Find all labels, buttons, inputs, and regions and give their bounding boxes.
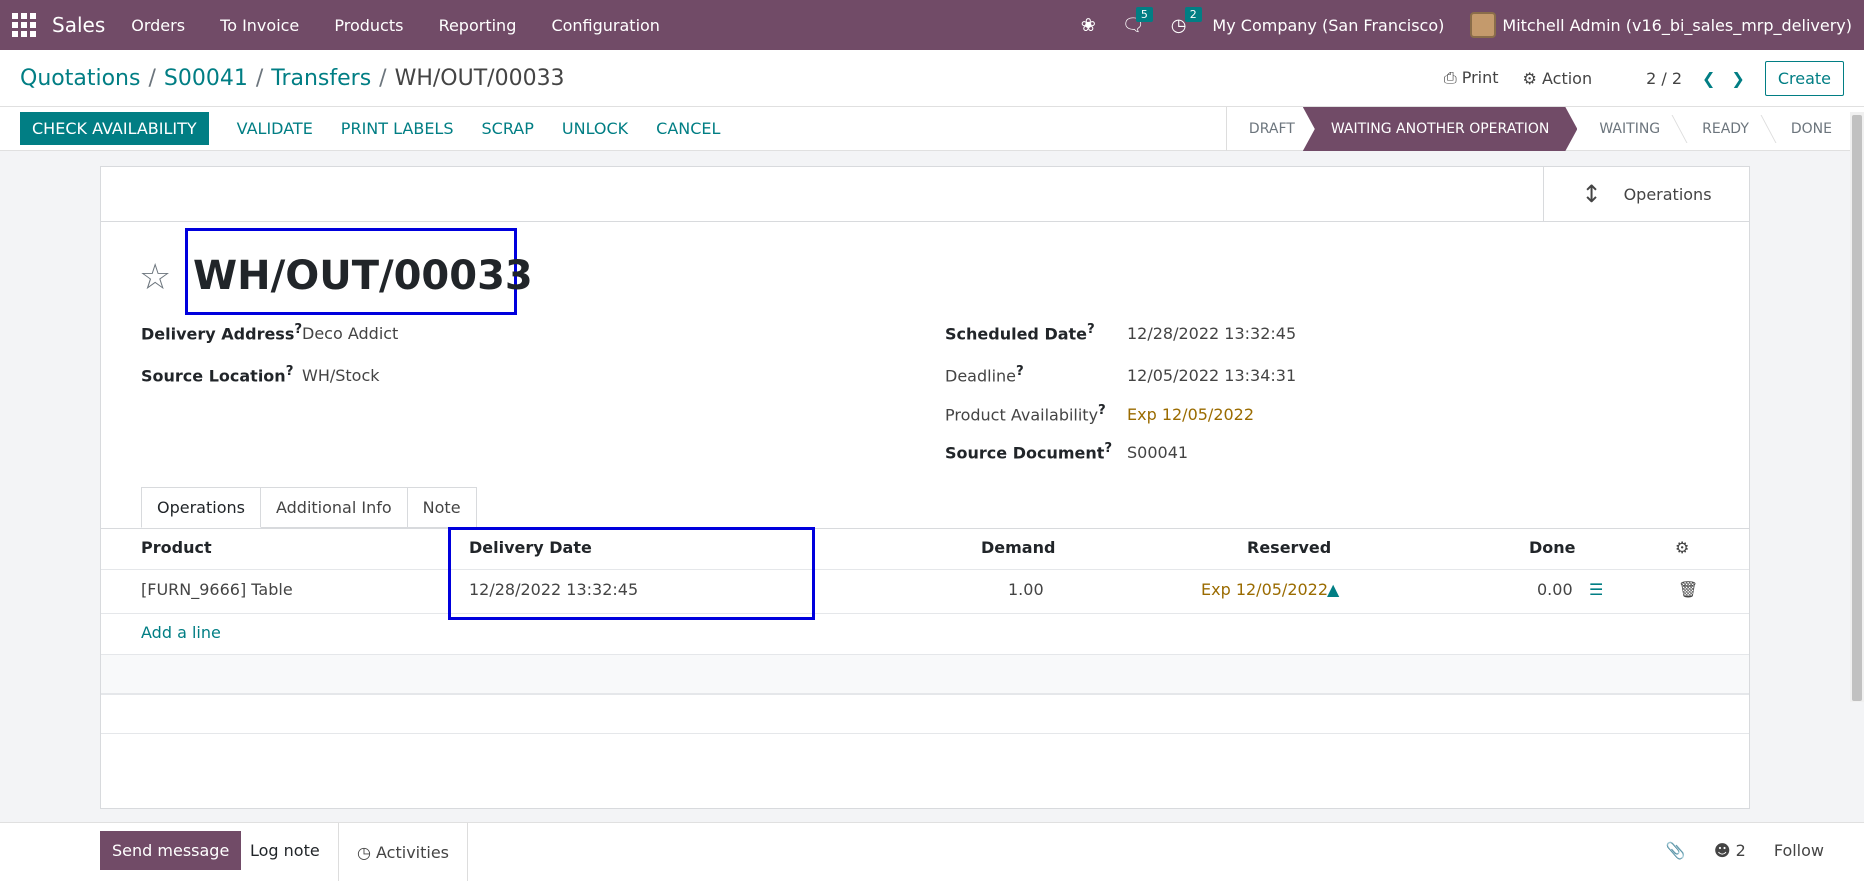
activities-clock-icon[interactable]: ◷ 2 [1171, 6, 1202, 36]
column-reserved[interactable]: Reserved [1247, 538, 1331, 557]
source-document-value[interactable]: S00041 [1127, 443, 1188, 462]
stage-draft[interactable]: DRAFT [1227, 107, 1315, 151]
main-menu: Orders To Invoice Products Reporting Con… [131, 16, 690, 35]
delivery-date-highlight-box [448, 527, 815, 620]
user-name: Mitchell Admin (v16_bi_sales_mrp_deliver… [1502, 15, 1852, 35]
validate-button[interactable]: VALIDATE [237, 119, 313, 138]
column-product[interactable]: Product [141, 538, 212, 557]
source-location-label: Source Location? [141, 364, 294, 386]
menu-configuration[interactable]: Configuration [551, 16, 660, 35]
forecast-chart-icon[interactable]: ▲ [1327, 580, 1339, 599]
cell-done[interactable]: 0.00 [1537, 580, 1573, 599]
source-location-value[interactable]: WH/Stock [302, 366, 380, 385]
tab-divider [101, 528, 1749, 529]
unlock-button[interactable]: UNLOCK [562, 119, 628, 138]
messages-count: 5 [1135, 6, 1153, 22]
paperclip-icon[interactable]: 📎 [1666, 841, 1686, 860]
empty-row [101, 654, 1749, 694]
menu-to-invoice[interactable]: To Invoice [220, 16, 299, 35]
gear-icon: ⚙ [1522, 68, 1537, 88]
form-sheet: ↕ Operations ☆ WH/OUT/00033 Delivery Add… [100, 166, 1750, 809]
messages-icon[interactable]: 🗨 5 [1122, 6, 1153, 36]
pager-value[interactable]: 2 / 2 [1646, 69, 1682, 88]
app-name[interactable]: Sales [52, 13, 105, 37]
avatar [1470, 12, 1497, 38]
column-settings-icon[interactable]: ⚙ [1675, 538, 1689, 557]
chevron-right-icon[interactable]: ❯ [1731, 69, 1744, 88]
form-statusbar: CHECK AVAILABILITY VALIDATE PRINT LABELS… [0, 107, 1864, 151]
stage-ready[interactable]: READY [1680, 107, 1769, 151]
empty-row [101, 694, 1749, 734]
tab-note[interactable]: Note [407, 487, 477, 528]
chatter-bar: Send message Log note ◷ Activities 📎 ☻ 2… [0, 822, 1864, 887]
breadcrumb-s00041[interactable]: S00041 [164, 66, 248, 91]
company-switcher[interactable]: My Company (San Francisco) [1212, 16, 1444, 35]
delivery-address-value[interactable]: Deco Addict [302, 324, 398, 343]
activities-count: 2 [1184, 6, 1202, 22]
source-document-label: Source Document? [945, 441, 1113, 463]
header-divider [101, 569, 1749, 570]
deadline-label: Deadline? [945, 364, 1024, 386]
menu-orders[interactable]: Orders [131, 16, 185, 35]
activities-button[interactable]: ◷ Activities [338, 823, 468, 881]
check-availability-button[interactable]: CHECK AVAILABILITY [20, 112, 209, 145]
stage-pipeline: DRAFT WAITING ANOTHER OPERATION WAITING … [1225, 107, 1852, 151]
chevron-left-icon[interactable]: ❮ [1702, 69, 1715, 88]
breadcrumb-current: WH/OUT/00033 [394, 65, 565, 91]
delivery-address-label: Delivery Address? [141, 322, 303, 344]
detailed-operations-icon[interactable]: ☰ [1589, 580, 1603, 599]
breadcrumb-quotations[interactable]: Quotations [20, 66, 140, 91]
create-button[interactable]: Create [1764, 60, 1844, 96]
control-panel: Quotations / S00041/Transfers / WH/OUT/00033… [0, 50, 1864, 107]
stage-waiting-another-operation[interactable]: WAITING ANOTHER OPERATION [1303, 107, 1578, 151]
user-menu[interactable]: Mitchell Admin (v16_bi_sales_mrp_deliver… [1470, 12, 1852, 38]
tab-additional-info[interactable]: Additional Info [260, 487, 408, 528]
cell-demand[interactable]: 1.00 [1008, 580, 1044, 599]
scheduled-date-label: Scheduled Date? [945, 322, 1095, 344]
operations-smart-button[interactable]: ↕ Operations [1543, 167, 1749, 221]
row-divider [101, 613, 1749, 614]
app-menu-icon[interactable] [12, 13, 36, 37]
print-labels-button[interactable]: PRINT LABELS [341, 119, 454, 138]
star-icon[interactable]: ☆ [139, 257, 171, 298]
product-availability-label: Product Availability? [945, 403, 1106, 425]
scrollbar-thumb[interactable] [1852, 115, 1862, 701]
print-button[interactable]: ⎙ Print [1444, 68, 1499, 88]
top-navbar: Sales Orders To Invoice Products Reporti… [0, 0, 1864, 50]
person-icon: ☻ [1713, 841, 1731, 860]
scheduled-date-value[interactable]: 12/28/2022 13:32:45 [1127, 324, 1296, 343]
operations-smart-label: Operations [1623, 184, 1712, 204]
log-note-button[interactable]: Log note [250, 841, 320, 860]
menu-reporting[interactable]: Reporting [439, 16, 517, 35]
followers-button[interactable]: ☻ 2 [1714, 841, 1746, 860]
add-line-link[interactable]: Add a line [141, 623, 221, 642]
scrap-button[interactable]: SCRAP [482, 119, 534, 138]
tab-operations[interactable]: Operations [141, 487, 261, 528]
send-message-button[interactable]: Send message [100, 831, 242, 870]
printer-icon: ⎙ [1443, 68, 1457, 87]
cancel-button[interactable]: CANCEL [656, 119, 720, 138]
action-button[interactable]: ⚙ Action [1523, 69, 1593, 88]
button-box: ↕ Operations [101, 167, 1749, 222]
stage-done[interactable]: DONE [1769, 107, 1852, 151]
stage-waiting[interactable]: WAITING [1577, 107, 1680, 151]
notebook-tabs: Operations Additional Info Note [141, 487, 477, 528]
deadline-value: 12/05/2022 13:34:31 [1127, 366, 1297, 385]
record-title: WH/OUT/00033 [193, 253, 533, 299]
column-demand[interactable]: Demand [981, 538, 1055, 557]
breadcrumb-transfers[interactable]: Transfers [271, 66, 371, 91]
bug-icon[interactable]: ❀ [1081, 15, 1096, 36]
cell-reserved: Exp 12/05/2022 [1201, 580, 1329, 599]
arrows-vertical-icon: ↕ [1581, 180, 1602, 208]
breadcrumb: Quotations / S00041/Transfers / WH/OUT/00033 [20, 65, 565, 91]
column-done[interactable]: Done [1529, 538, 1576, 557]
clock-icon: ◷ [356, 842, 377, 862]
cell-product[interactable]: [FURN_9666] Table [141, 580, 293, 599]
menu-products[interactable]: Products [334, 16, 403, 35]
trash-icon[interactable]: 🗑 [1678, 580, 1698, 599]
follow-button[interactable]: Follow [1774, 841, 1824, 860]
product-availability-value: Exp 12/05/2022 [1127, 405, 1255, 424]
